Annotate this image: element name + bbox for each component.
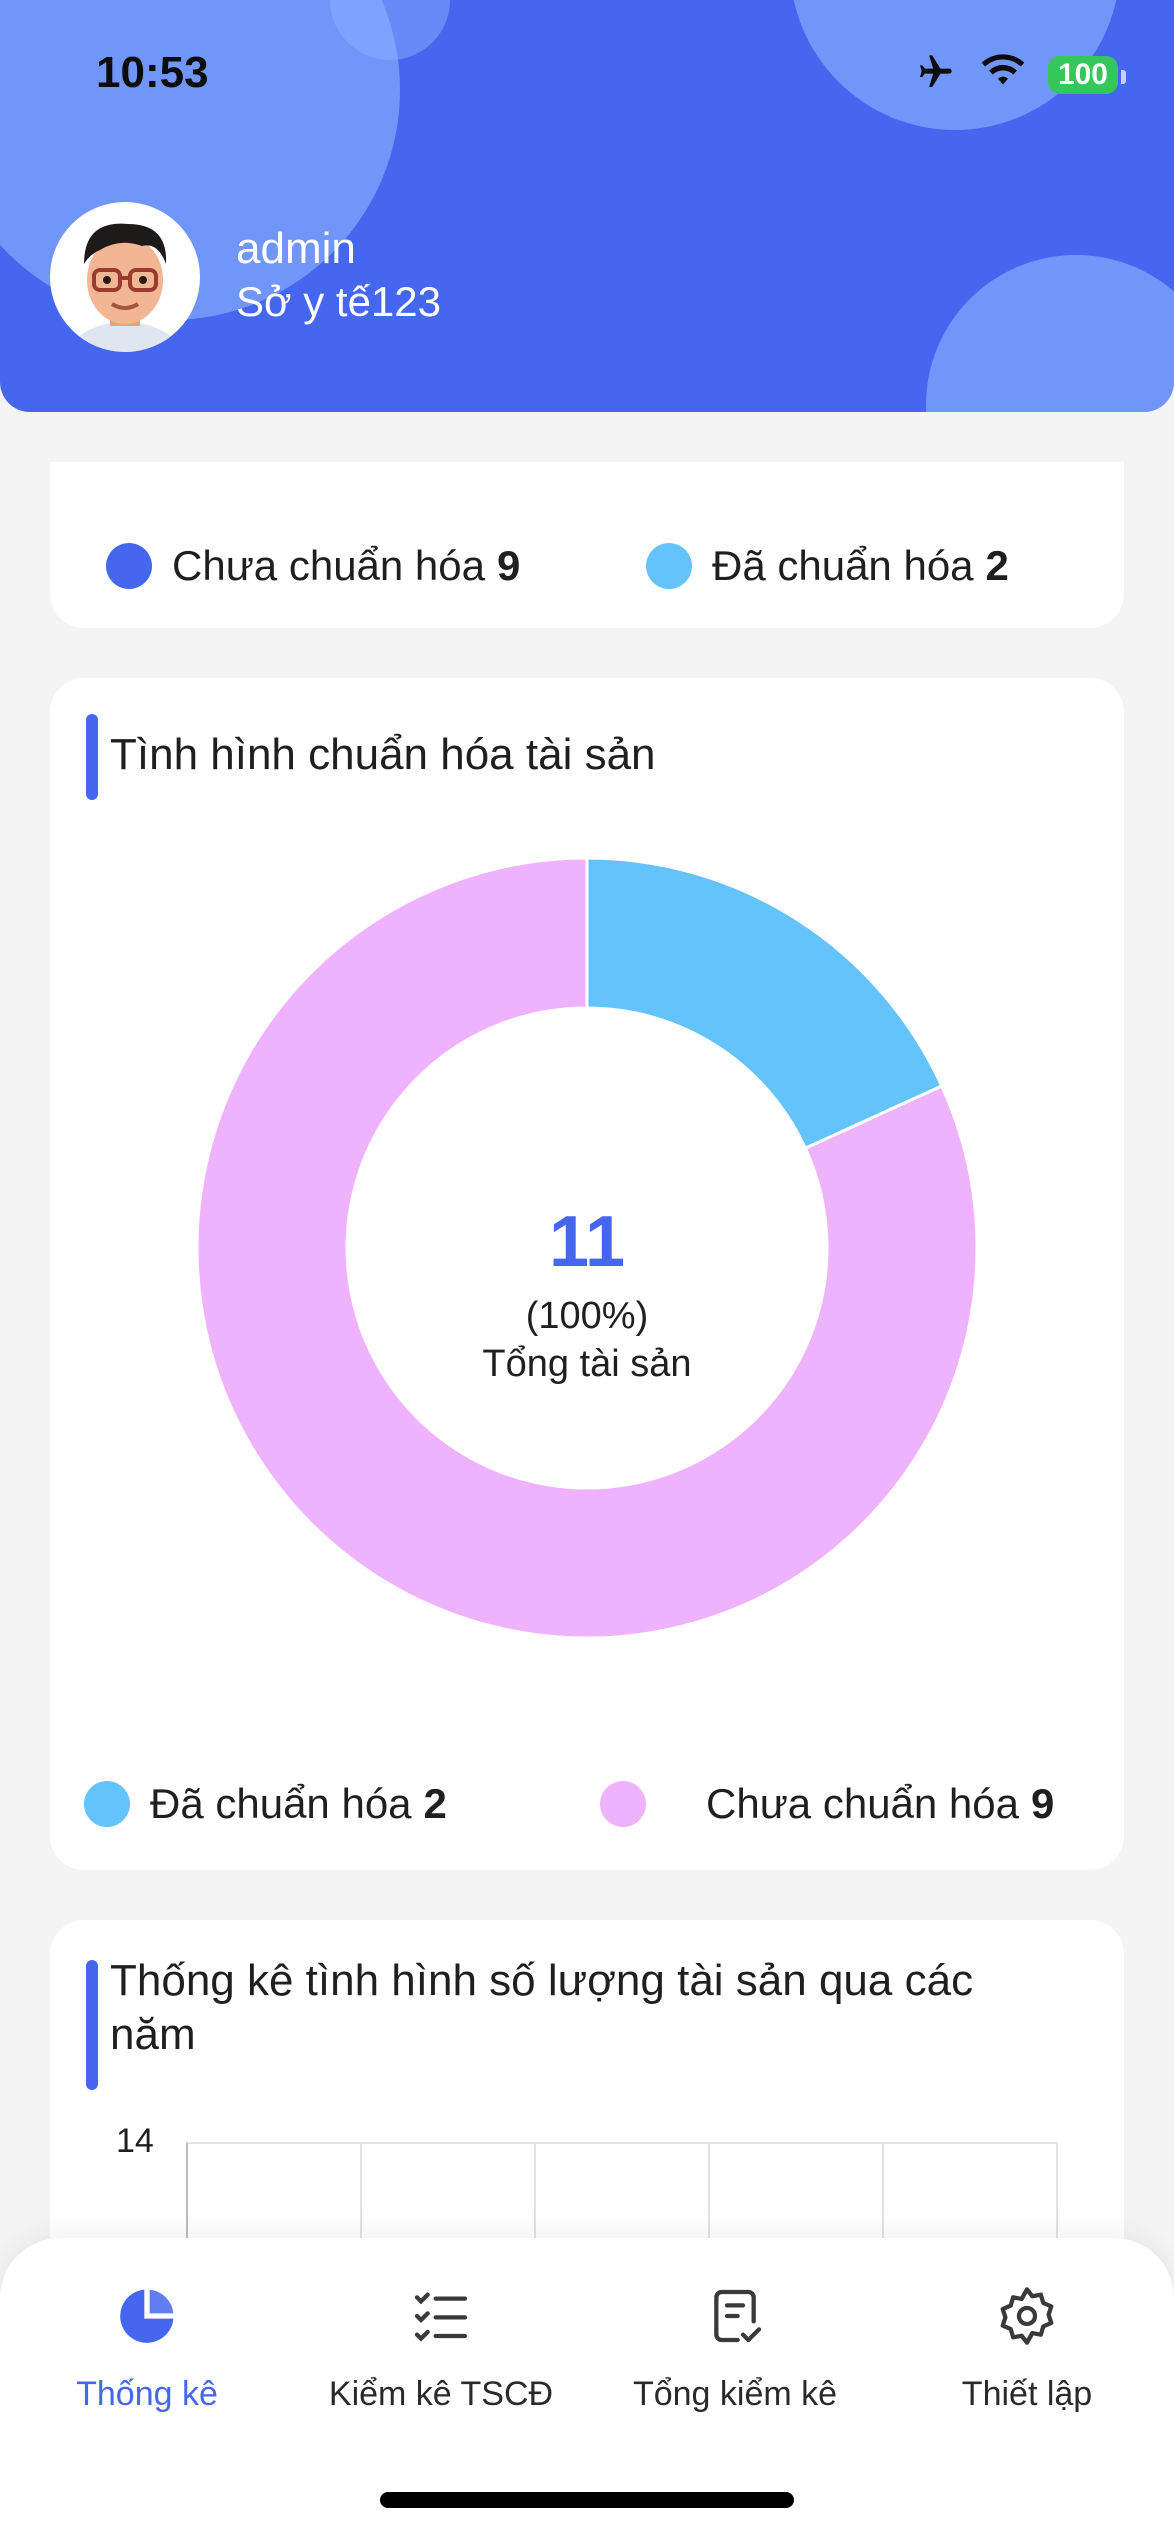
donut-center-value: 11 [549,1202,625,1282]
y-axis-tick: 14 [116,2122,154,2160]
tab-label: Thống kê [76,2375,218,2413]
tab-settings[interactable]: Thiết lập [880,2284,1174,2414]
user-organization: Sở y tế123 [236,278,441,325]
tab-fixed-asset-inventory[interactable]: Kiểm kê TSCĐ [294,2284,588,2414]
tab-label: Tổng kiểm kê [632,2375,838,2413]
donut-legend-item-unstandardized: Chưa chuẩn hóa 9 [600,1780,1054,1828]
wifi-icon [980,54,1026,95]
donut-center-label: Tổng tài sản [482,1343,691,1385]
legend-value: 2 [985,542,1009,589]
avatar[interactable] [50,202,200,352]
legend-item-standardized: Đã chuẩn hóa 2 [646,542,1009,590]
donut-slice-standardized[interactable] [585,856,944,1151]
legend-dot [84,1781,130,1827]
title-accent-bar [86,714,98,800]
card-title-line1: Thống kê tình hình số lượng tài sản qua … [110,1956,974,2005]
donut-center-percent: (100%) [526,1295,649,1337]
card-title-line2: năm [110,2010,196,2059]
pie-chart-icon [115,2284,179,2353]
gear-icon [995,2284,1059,2353]
legend-value: 2 [423,1780,447,1827]
tab-label: Kiểm kê TSCĐ [328,2375,554,2413]
home-indicator [380,2492,794,2508]
legend-label: Chưa chuẩn hóa [172,542,486,589]
document-check-icon [703,2284,767,2353]
donut-legend-item-standardized: Đã chuẩn hóa 2 [84,1780,447,1828]
legend-label: Chưa chuẩn hóa [706,1780,1020,1827]
checklist-icon [409,2284,473,2353]
status-time: 10:53 [96,48,209,97]
donut-chart: 11 (100%) Tổng tài sản [195,856,979,1640]
airplane-icon [912,52,958,97]
legend-dot [600,1781,646,1827]
legend-value: 9 [497,542,521,589]
legend-label: Đã chuẩn hóa [150,1780,412,1827]
tab-total-inventory[interactable]: Tổng kiểm kê [588,2284,882,2414]
legend-item-unstandardized: Chưa chuẩn hóa 9 [106,542,520,590]
legend-label: Đã chuẩn hóa [712,542,974,589]
tab-label: Thiết lập [961,2375,1093,2413]
user-name: admin [236,224,356,273]
legend-dot [106,543,152,589]
battery-indicator: 100 [1047,55,1127,94]
title-accent-bar [86,1960,98,2090]
legend-dot [646,543,692,589]
tab-statistics[interactable]: Thống kê [0,2284,294,2414]
profile-header: 10:53 100 admin Sở y tế123 [0,0,1174,412]
status-icons: 100 [912,52,1127,97]
header-bubble [926,255,1174,412]
legend-value: 9 [1031,1780,1055,1827]
summary-legend-card: Chưa chuẩn hóa 9 Đã chuẩn hóa 2 [50,462,1124,628]
card-title: Tình hình chuẩn hóa tài sản [110,730,656,779]
standardization-chart-card: Tình hình chuẩn hóa tài sản 11 (100%) Tổ… [50,678,1124,1870]
